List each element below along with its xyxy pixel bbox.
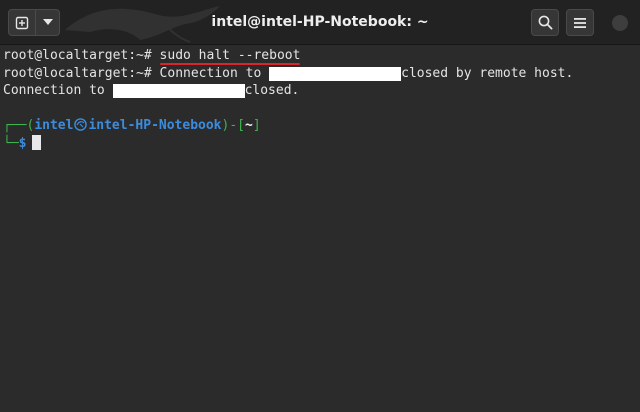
command-text: sudo halt --reboot	[159, 48, 301, 65]
kali-dragon-watermark-icon	[65, 6, 220, 43]
redaction-box	[269, 67, 402, 81]
tab-dropdown-button[interactable]	[36, 10, 59, 35]
new-tab-icon	[15, 16, 29, 29]
title-bar[interactable]: intel@intel-HP-Notebook: ~	[0, 0, 640, 45]
prompt-corner: ┌──(	[3, 118, 35, 133]
output-text: closed.	[244, 83, 300, 98]
search-button[interactable]	[531, 9, 559, 36]
output-text: closed by remote host.	[401, 66, 574, 81]
prompt-user: intel	[34, 118, 74, 133]
shell-prompt: root@localtarget:~#	[3, 48, 160, 63]
prompt-symbol: $	[18, 136, 27, 151]
redaction-box	[112, 84, 245, 98]
terminal-window: intel@intel-HP-Notebook: ~ root@localtar…	[0, 0, 640, 412]
shell-prompt: root@localtarget:~#	[3, 66, 160, 81]
prompt-directory: ~	[245, 118, 253, 133]
chevron-down-icon	[42, 19, 53, 25]
kali-prompt-line: ┌──(intel intel-HP-Notebook)-[~]	[3, 117, 261, 135]
kali-at-icon	[74, 118, 88, 131]
search-icon	[538, 15, 553, 30]
terminal-line: Connection to closed.	[3, 82, 299, 100]
hamburger-menu-icon	[574, 17, 586, 28]
output-text: Connection to	[3, 83, 113, 98]
prompt-corner: └─	[3, 136, 19, 151]
prompt-host: intel-HP-Notebook	[88, 118, 222, 133]
window-control-button[interactable]	[612, 15, 628, 31]
terminal-line: root@localtarget:~# Connection to closed…	[3, 65, 573, 83]
prompt-separator: )-[	[221, 118, 245, 133]
kali-prompt-input-line: └─$	[3, 135, 42, 153]
output-text: Connection to	[159, 66, 270, 81]
prompt-bracket: ]	[252, 118, 261, 133]
text-cursor[interactable]	[32, 135, 42, 150]
new-tab-button[interactable]	[9, 10, 36, 35]
command-value: sudo halt --reboot	[159, 48, 301, 63]
menu-button[interactable]	[566, 9, 594, 36]
terminal-output[interactable]: root@localtarget:~# sudo halt --reboot r…	[0, 45, 640, 412]
tab-controls	[8, 9, 60, 36]
terminal-line: root@localtarget:~# sudo halt --reboot	[3, 47, 301, 65]
